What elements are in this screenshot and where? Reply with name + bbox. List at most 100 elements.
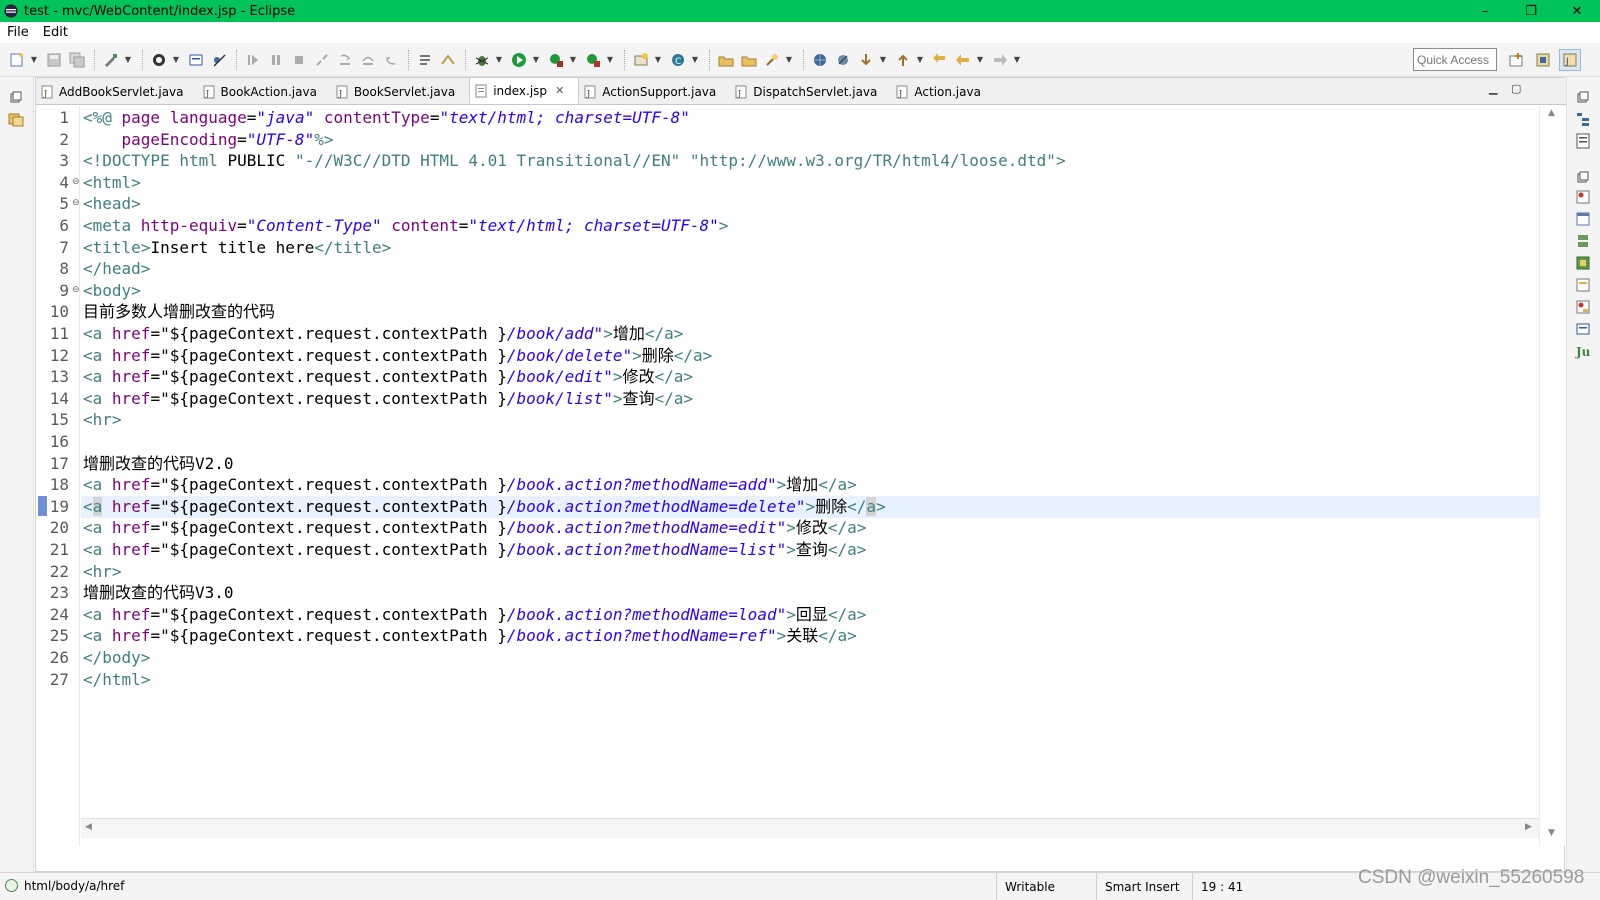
- junit-icon[interactable]: Ju: [1575, 343, 1591, 359]
- new-class-icon[interactable]: C: [667, 49, 689, 71]
- code-line[interactable]: <a href="${pageContext.request.contextPa…: [81, 323, 1539, 345]
- code-line[interactable]: [81, 431, 1539, 453]
- debug-run-dropdown-icon[interactable]: ▼: [494, 49, 504, 71]
- external-tools-dropdown-icon[interactable]: ▼: [605, 49, 615, 71]
- code-line[interactable]: <a href="${pageContext.request.contextPa…: [81, 366, 1539, 388]
- search-icon[interactable]: [761, 49, 783, 71]
- quick-access-input[interactable]: [1413, 48, 1497, 71]
- code-line[interactable]: 目前多数人增删改查的代码: [81, 301, 1539, 323]
- new-file-icon[interactable]: [6, 49, 28, 71]
- forward-dropdown-icon[interactable]: ▼: [1012, 49, 1022, 71]
- web-browser-icon[interactable]: [809, 49, 831, 71]
- code-line[interactable]: <meta http-equiv="Content-Type" content=…: [81, 215, 1539, 237]
- run-icon[interactable]: [508, 49, 530, 71]
- tab-dispatchservlet[interactable]: J DispatchServlet.java: [730, 79, 891, 104]
- code-line[interactable]: <body>: [81, 280, 1539, 302]
- code-line[interactable]: <a href="${pageContext.request.contextPa…: [81, 604, 1539, 626]
- suspend-icon[interactable]: [265, 49, 287, 71]
- task-list-icon[interactable]: [1575, 133, 1591, 149]
- last-edit-location-icon[interactable]: [929, 49, 951, 71]
- markers-icon[interactable]: [1575, 189, 1591, 205]
- servers-icon[interactable]: [1575, 233, 1591, 249]
- new-class-dropdown-icon[interactable]: ▼: [690, 49, 700, 71]
- horizontal-scrollbar[interactable]: ◀ ▶: [81, 818, 1539, 838]
- code-line[interactable]: </body>: [81, 647, 1539, 669]
- maximize-pane-icon[interactable]: ▢: [1511, 82, 1521, 95]
- run-dropdown-icon[interactable]: ▼: [531, 49, 541, 71]
- resume-icon[interactable]: [242, 49, 264, 71]
- menu-file[interactable]: File: [0, 25, 36, 40]
- properties-icon[interactable]: [1575, 211, 1591, 227]
- code-line[interactable]: <!DOCTYPE html PUBLIC "-//W3C//DTD HTML …: [81, 150, 1539, 172]
- tab-bookservlet[interactable]: J BookServlet.java: [331, 79, 469, 104]
- java-ee-perspective-icon[interactable]: [1532, 49, 1554, 71]
- save-icon[interactable]: [43, 49, 65, 71]
- minimize-button[interactable]: –: [1462, 0, 1508, 22]
- code-line[interactable]: </html>: [81, 669, 1539, 691]
- code-line[interactable]: 增删改查的代码V3.0: [81, 582, 1539, 604]
- close-tab-icon[interactable]: ✕: [555, 84, 564, 97]
- code-line[interactable]: <hr>: [81, 561, 1539, 583]
- fold-toggle-icon[interactable]: ⊖: [72, 177, 80, 187]
- code-line[interactable]: <a href="${pageContext.request.contextPa…: [81, 345, 1539, 367]
- tab-actionsupport[interactable]: J ActionSupport.java: [579, 79, 730, 104]
- package-explorer-icon[interactable]: [8, 111, 24, 127]
- menu-edit[interactable]: Edit: [36, 25, 75, 40]
- open-type-icon[interactable]: [715, 49, 737, 71]
- scroll-left-icon[interactable]: ◀: [85, 822, 92, 832]
- code-line[interactable]: <head>: [81, 193, 1539, 215]
- edit-tool-icon[interactable]: [100, 49, 122, 71]
- data-source-explorer-icon[interactable]: [1575, 255, 1591, 271]
- restore-view-icon[interactable]: [1575, 89, 1591, 105]
- debug-perspective-icon[interactable]: [148, 49, 170, 71]
- code-line[interactable]: <a href="${pageContext.request.contextPa…: [81, 517, 1539, 539]
- step-over-icon[interactable]: [357, 49, 379, 71]
- save-all-icon[interactable]: [66, 49, 88, 71]
- code-editor[interactable]: 1 2 3 4 ⊖ 5 ⊖ 6 7 8 9 ⊖ 10 11 12 13 14 15 16 17 18 19 20 21 22 23…: [36, 106, 1566, 846]
- next-annotation-dropdown-icon[interactable]: ▼: [878, 49, 888, 71]
- scroll-up-icon[interactable]: ▲: [1548, 108, 1555, 118]
- edit-tool-dropdown-icon[interactable]: ▼: [123, 49, 133, 71]
- tab-addbookservlet[interactable]: J AddBookServlet.java: [36, 79, 198, 104]
- new-dropdown-icon[interactable]: ▼: [29, 49, 39, 71]
- external-tools-icon[interactable]: [582, 49, 604, 71]
- step-into-icon[interactable]: [334, 49, 356, 71]
- console-icon[interactable]: [185, 49, 207, 71]
- restore-view-icon[interactable]: [1575, 169, 1591, 185]
- prev-annotation-dropdown-icon[interactable]: ▼: [915, 49, 925, 71]
- scroll-down-icon[interactable]: ▼: [1548, 828, 1555, 838]
- tab-index-jsp[interactable]: index.jsp ✕: [469, 77, 580, 104]
- code-line[interactable]: <%@ page language="java" contentType="te…: [81, 107, 1539, 129]
- next-annotation-icon[interactable]: [855, 49, 877, 71]
- fold-toggle-icon[interactable]: ⊖: [72, 285, 80, 295]
- java-perspective-icon[interactable]: J: [1559, 49, 1581, 71]
- open-task-icon[interactable]: [738, 49, 760, 71]
- code-line[interactable]: <a href="${pageContext.request.contextPa…: [81, 495, 1539, 518]
- code-line[interactable]: <a href="${pageContext.request.contextPa…: [81, 474, 1539, 496]
- code-line[interactable]: <a href="${pageContext.request.contextPa…: [81, 388, 1539, 410]
- code-line[interactable]: <a href="${pageContext.request.contextPa…: [81, 539, 1539, 561]
- snippets-icon[interactable]: [1575, 277, 1591, 293]
- code-line[interactable]: <a href="${pageContext.request.contextPa…: [81, 625, 1539, 647]
- new-server-dropdown-icon[interactable]: ▼: [653, 49, 663, 71]
- outline-icon[interactable]: [1575, 111, 1591, 127]
- back-dropdown-icon[interactable]: ▼: [975, 49, 985, 71]
- skip-breakpoints-icon[interactable]: [208, 49, 230, 71]
- code-lines[interactable]: <%@ page language="java" contentType="te…: [81, 106, 1539, 846]
- terminate-icon[interactable]: [288, 49, 310, 71]
- code-line[interactable]: <title>Insert title here</title>: [81, 237, 1539, 259]
- open-perspective-icon[interactable]: [1505, 49, 1527, 71]
- disconnect-icon[interactable]: [311, 49, 333, 71]
- tab-bookaction[interactable]: J BookAction.java: [198, 79, 331, 104]
- toggle-breadcrumb-icon[interactable]: [437, 49, 459, 71]
- fold-toggle-icon[interactable]: ⊖: [72, 198, 80, 208]
- close-button[interactable]: ✕: [1554, 0, 1600, 22]
- debug-icon[interactable]: [471, 49, 493, 71]
- back-icon[interactable]: [952, 49, 974, 71]
- scroll-right-icon[interactable]: ▶: [1525, 822, 1532, 832]
- new-server-icon[interactable]: [630, 49, 652, 71]
- web-services-icon[interactable]: [832, 49, 854, 71]
- console-view-icon[interactable]: [1575, 321, 1591, 337]
- forward-icon[interactable]: [989, 49, 1011, 71]
- code-line[interactable]: 增删改查的代码V2.0: [81, 453, 1539, 475]
